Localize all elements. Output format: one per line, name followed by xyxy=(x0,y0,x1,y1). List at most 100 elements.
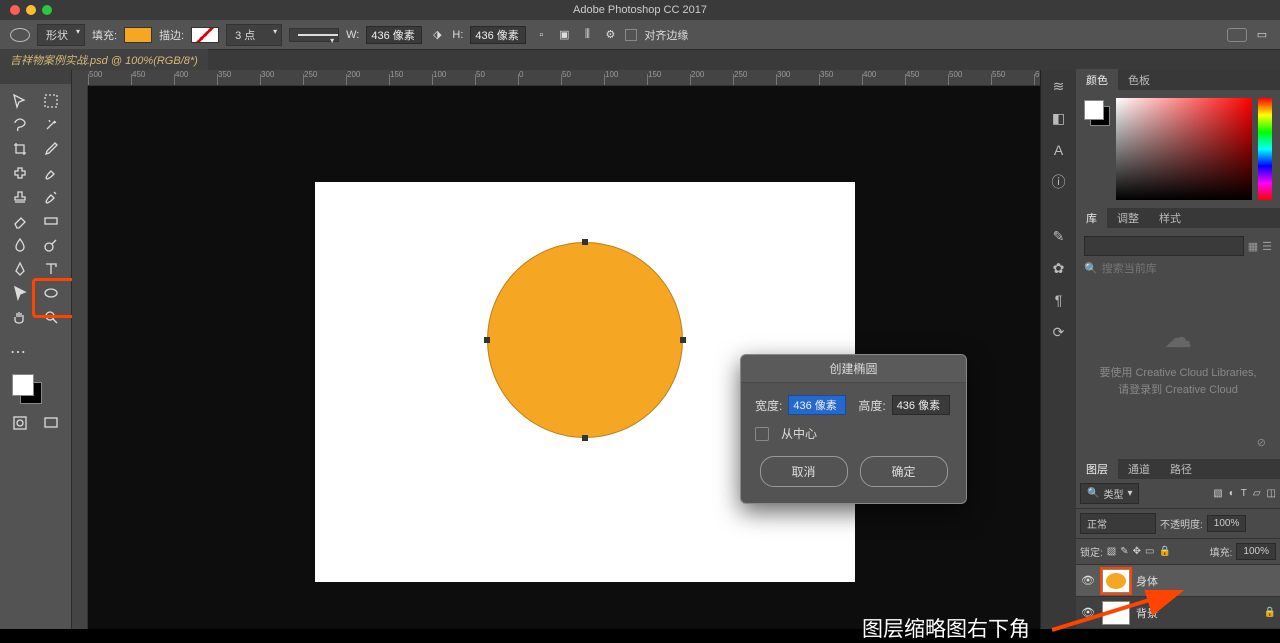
minimize-icon[interactable] xyxy=(26,5,36,15)
gradient-tool-icon[interactable] xyxy=(37,210,66,232)
lock-icon: 🔒 xyxy=(1264,607,1276,618)
move-tool-icon[interactable] xyxy=(6,90,35,112)
library-search[interactable] xyxy=(1102,263,1272,275)
list-view-icon[interactable]: ☰ xyxy=(1262,240,1272,253)
type-tool-icon[interactable] xyxy=(37,258,66,280)
align-edges-checkbox[interactable] xyxy=(625,29,637,41)
brush-presets-panel-icon[interactable]: ✿ xyxy=(1049,258,1069,278)
path-select-tool-icon[interactable] xyxy=(6,282,35,304)
crop-tool-icon[interactable] xyxy=(6,138,35,160)
fill-opacity-field[interactable]: 100% xyxy=(1236,543,1276,560)
color-swatches[interactable] xyxy=(12,374,42,404)
tab-paths[interactable]: 路径 xyxy=(1160,458,1202,480)
eraser-tool-icon[interactable] xyxy=(6,210,35,232)
layer-name[interactable]: 身体 xyxy=(1136,573,1158,589)
tab-adjustments[interactable]: 调整 xyxy=(1107,207,1149,229)
lock-trans-icon[interactable]: ▧ xyxy=(1107,546,1116,557)
tab-swatches[interactable]: 色板 xyxy=(1118,69,1160,91)
dialog-height-field[interactable] xyxy=(892,395,950,415)
from-center-checkbox[interactable] xyxy=(755,427,769,441)
hue-slider[interactable] xyxy=(1258,98,1272,200)
tab-color[interactable]: 颜色 xyxy=(1076,69,1118,91)
height-field[interactable] xyxy=(470,26,526,44)
mode-dropdown[interactable]: 形状 xyxy=(37,24,85,46)
history-panel-icon[interactable]: ≋ xyxy=(1049,76,1069,96)
dialog-width-field[interactable] xyxy=(788,395,846,415)
properties-panel-icon[interactable]: ◧ xyxy=(1049,108,1069,128)
search-icon[interactable] xyxy=(1227,28,1247,42)
path-arrange-icon[interactable]: ▣ xyxy=(556,27,572,43)
filter-smart-icon[interactable]: ◫ xyxy=(1267,488,1276,499)
lock-pixels-icon[interactable]: ✎ xyxy=(1120,546,1128,557)
path-align-icon[interactable]: ▫ xyxy=(533,27,549,43)
layer-thumbnail[interactable] xyxy=(1102,569,1130,593)
lock-all-icon[interactable]: 🔒 xyxy=(1158,546,1170,557)
transform-handle[interactable] xyxy=(582,435,588,441)
fill-swatch[interactable] xyxy=(124,27,152,43)
window-controls[interactable] xyxy=(0,5,52,15)
gear-icon[interactable]: ⚙ xyxy=(602,27,618,43)
filter-shape-icon[interactable]: ▱ xyxy=(1253,488,1261,499)
opacity-field[interactable]: 100% xyxy=(1207,515,1247,532)
close-icon[interactable] xyxy=(10,5,20,15)
history-brush-tool-icon[interactable] xyxy=(37,186,66,208)
blend-mode-dropdown[interactable]: 正常 xyxy=(1080,513,1156,534)
hand-tool-icon[interactable] xyxy=(6,306,35,328)
paragraph-panel-icon[interactable]: ¶ xyxy=(1049,290,1069,310)
vertical-ruler xyxy=(72,86,88,629)
visibility-icon[interactable]: 👁 xyxy=(1080,574,1096,587)
document-tabs: 吉祥物案例实战.psd @ 100%(RGB/8*) xyxy=(0,50,1280,70)
screenmode-icon[interactable] xyxy=(37,412,66,434)
brushes-panel-icon[interactable]: ✎ xyxy=(1049,226,1069,246)
tab-styles[interactable]: 样式 xyxy=(1149,207,1191,229)
lock-artboard-icon[interactable]: ▭ xyxy=(1145,546,1154,557)
cc-icon[interactable]: ⊘ xyxy=(1257,437,1266,449)
layer-filter-dropdown[interactable]: 🔍 类型 ▾ xyxy=(1080,483,1139,504)
edit-toolbar-icon[interactable]: ⋯ xyxy=(10,342,26,362)
pen-tool-icon[interactable] xyxy=(6,258,35,280)
filter-adjust-icon[interactable]: ◐ xyxy=(1229,488,1235,499)
transform-handle[interactable] xyxy=(582,239,588,245)
ellipse-shape[interactable] xyxy=(487,242,683,438)
healing-tool-icon[interactable] xyxy=(6,162,35,184)
filter-pixel-icon[interactable]: ▧ xyxy=(1213,488,1222,499)
ellipse-tool-icon[interactable] xyxy=(10,28,30,42)
eyedropper-tool-icon[interactable] xyxy=(37,138,66,160)
lock-pos-icon[interactable]: ✥ xyxy=(1133,546,1141,557)
link-icon[interactable]: ⬗ xyxy=(429,27,445,43)
maximize-icon[interactable] xyxy=(42,5,52,15)
workspace-switcher-icon[interactable]: ▭ xyxy=(1254,27,1270,43)
tab-layers[interactable]: 图层 xyxy=(1076,458,1118,480)
marquee-tool-icon[interactable] xyxy=(37,90,66,112)
character-panel-icon[interactable]: A xyxy=(1049,140,1069,160)
filter-type-icon[interactable]: T xyxy=(1241,488,1247,499)
stamp-tool-icon[interactable] xyxy=(6,186,35,208)
info-panel-icon[interactable]: ⓘ xyxy=(1049,172,1069,192)
dodge-tool-icon[interactable] xyxy=(37,234,66,256)
tab-libraries[interactable]: 库 xyxy=(1076,207,1107,229)
grid-view-icon[interactable]: ▦ xyxy=(1248,240,1258,253)
color-field[interactable] xyxy=(1116,98,1252,200)
blur-tool-icon[interactable] xyxy=(6,234,35,256)
magic-wand-tool-icon[interactable] xyxy=(37,114,66,136)
library-dropdown[interactable] xyxy=(1084,236,1244,256)
stroke-swatch[interactable] xyxy=(191,27,219,43)
panel-color-swatch[interactable] xyxy=(1084,100,1110,126)
ok-button[interactable]: 确定 xyxy=(860,456,948,487)
cancel-button[interactable]: 取消 xyxy=(760,456,848,487)
lasso-tool-icon[interactable] xyxy=(6,114,35,136)
path-options-icon[interactable]: ⫼ xyxy=(579,27,595,43)
stroke-style-dropdown[interactable] xyxy=(289,28,339,42)
document-tab[interactable]: 吉祥物案例实战.psd @ 100%(RGB/8*) xyxy=(0,49,208,71)
transform-handle[interactable] xyxy=(484,337,490,343)
options-bar: 形状 填充: 描边: 3 点 W: ⬗ H: ▫ ▣ ⫼ ⚙ 对齐边缘 ▭ xyxy=(0,20,1280,50)
transform-handle[interactable] xyxy=(680,337,686,343)
tab-channels[interactable]: 通道 xyxy=(1118,458,1160,480)
quickmask-icon[interactable] xyxy=(6,412,35,434)
canvas-area[interactable]: 5004504003503002502001501005005010015020… xyxy=(72,70,1040,629)
width-field[interactable] xyxy=(366,26,422,44)
fill-opacity-label: 填充: xyxy=(1210,544,1233,559)
stroke-weight-dropdown[interactable]: 3 点 xyxy=(226,24,282,46)
brush-tool-icon[interactable] xyxy=(37,162,66,184)
sync-panel-icon[interactable]: ⟳ xyxy=(1049,322,1069,342)
